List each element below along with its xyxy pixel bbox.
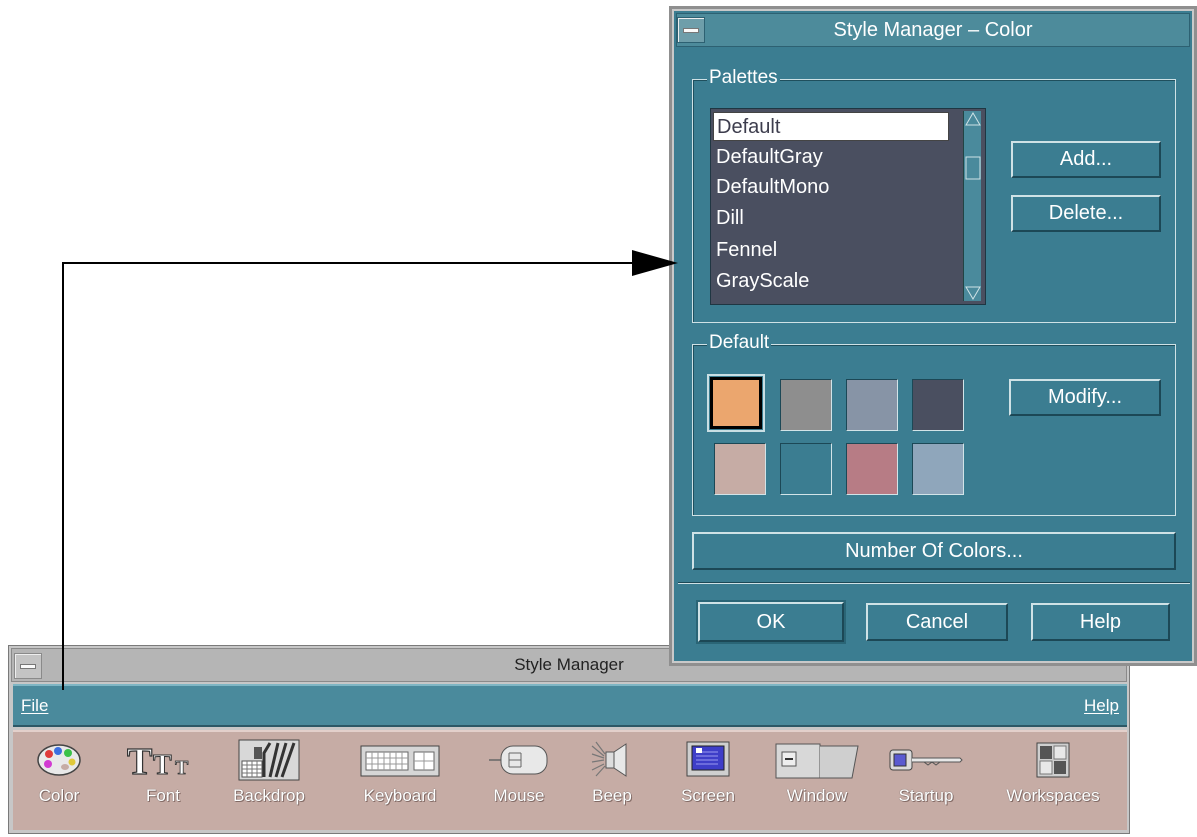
- menu-help[interactable]: Help: [1084, 696, 1119, 716]
- help-button[interactable]: Help: [1031, 603, 1170, 641]
- palette-item[interactable]: Fennel: [713, 236, 949, 265]
- palette-scrollbar[interactable]: [963, 111, 981, 301]
- palette-item[interactable]: DefaultMono: [713, 173, 949, 202]
- mouse-icon: [487, 738, 551, 782]
- tool-label: Backdrop: [233, 786, 305, 805]
- tool-bar: Color T T T Font Backdrop Keyboard Mouse…: [13, 730, 1127, 830]
- tool-label: Font: [145, 786, 181, 805]
- style-manager-title: Style Manager: [514, 655, 624, 674]
- minus-icon: [20, 663, 36, 669]
- color-swatch[interactable]: [912, 379, 964, 431]
- palette-list[interactable]: Default DefaultGray DefaultMono Dill Fen…: [710, 108, 986, 305]
- menu-file[interactable]: File: [21, 696, 48, 716]
- color-swatch[interactable]: [707, 374, 765, 432]
- style-manager-window: Style Manager File Help Color T T T Font…: [8, 645, 1130, 834]
- tool-mouse[interactable]: Mouse: [473, 738, 565, 806]
- color-swatch[interactable]: [846, 379, 898, 431]
- delete-palette-button[interactable]: Delete...: [1011, 195, 1161, 232]
- color-dialog: Style Manager – Color Palettes Default D…: [669, 6, 1197, 666]
- palette-icon: [35, 738, 83, 782]
- tool-backdrop[interactable]: Backdrop: [223, 738, 315, 806]
- tool-screen[interactable]: Screen: [662, 738, 754, 806]
- tool-beep[interactable]: Beep: [566, 738, 658, 806]
- ok-button[interactable]: OK: [698, 602, 844, 642]
- palette-item[interactable]: Dill: [713, 204, 949, 233]
- cancel-button[interactable]: Cancel: [866, 603, 1008, 641]
- svg-text:T: T: [127, 741, 152, 780]
- palette-item[interactable]: GrayScale: [713, 267, 949, 296]
- font-icon: T T T: [125, 738, 201, 782]
- scroll-up-arrow-icon: [965, 112, 981, 126]
- color-swatch[interactable]: [714, 443, 766, 495]
- color-dialog-titlebar[interactable]: Style Manager – Color: [676, 13, 1190, 47]
- tool-label: Beep: [592, 786, 632, 805]
- tool-label: Workspaces: [1006, 786, 1100, 805]
- tool-label: Mouse: [493, 786, 545, 805]
- tool-label: Startup: [898, 786, 954, 805]
- tool-color[interactable]: Color: [13, 738, 105, 806]
- scroll-thumb: [965, 156, 981, 180]
- dialog-separator: [678, 582, 1190, 584]
- tool-workspaces[interactable]: Workspaces: [993, 738, 1113, 806]
- palette-item[interactable]: DefaultGray: [713, 143, 949, 172]
- color-swatch[interactable]: [912, 443, 964, 495]
- color-swatches: [707, 374, 980, 503]
- tool-startup[interactable]: Startup: [880, 738, 972, 806]
- minus-icon: [683, 27, 699, 33]
- svg-text:T: T: [153, 750, 172, 780]
- add-palette-button[interactable]: Add...: [1011, 141, 1161, 178]
- window-menu-button[interactable]: [14, 653, 42, 679]
- number-of-colors-button[interactable]: Number Of Colors...: [692, 532, 1176, 570]
- scroll-down-arrow-icon: [965, 286, 981, 300]
- color-swatch[interactable]: [846, 443, 898, 495]
- window-menu-button[interactable]: [677, 17, 705, 43]
- palette-colors-group-label: Default: [707, 332, 772, 354]
- tool-label: Color: [38, 786, 80, 805]
- monitor-icon: [685, 738, 731, 782]
- backdrop-icon: [238, 738, 300, 782]
- palette-item-selected[interactable]: Default: [713, 112, 949, 141]
- tool-label: Screen: [681, 786, 735, 805]
- speaker-icon: [590, 738, 634, 782]
- tool-window[interactable]: Window: [771, 738, 863, 806]
- tool-font[interactable]: T T T Font: [117, 738, 209, 806]
- keyboard-icon: [360, 738, 440, 782]
- tool-label: Keyboard: [363, 786, 437, 805]
- svg-text:T: T: [175, 757, 189, 779]
- color-dialog-title: Style Manager – Color: [833, 18, 1033, 41]
- palettes-group-label: Palettes: [707, 67, 780, 89]
- tool-keyboard[interactable]: Keyboard: [354, 738, 446, 806]
- modify-color-button[interactable]: Modify...: [1009, 379, 1161, 416]
- window-icon: [774, 738, 860, 782]
- key-icon: [888, 738, 964, 782]
- color-swatch[interactable]: [780, 443, 832, 495]
- menubar: File Help: [13, 684, 1127, 727]
- color-swatch[interactable]: [780, 379, 832, 431]
- tool-label: Window: [786, 786, 848, 805]
- workspaces-icon: [1035, 738, 1071, 782]
